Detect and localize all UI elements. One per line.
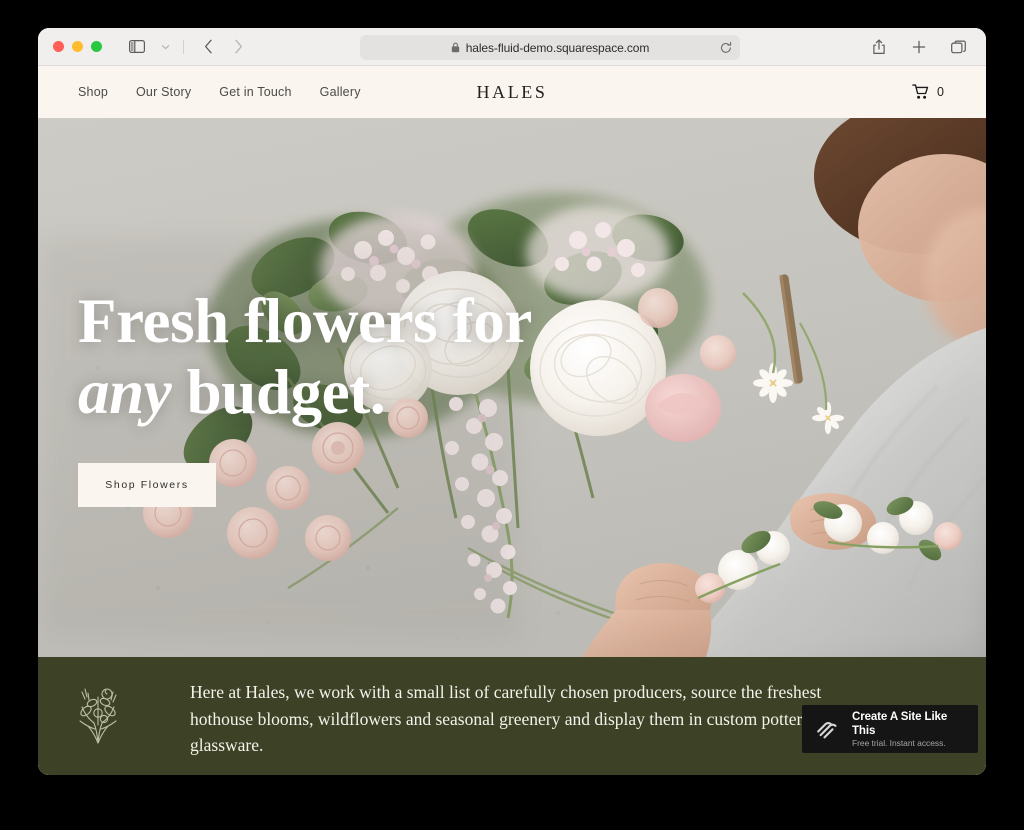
hero-heading-italic: any [78, 356, 172, 427]
close-window-button[interactable] [53, 41, 64, 52]
site-logo[interactable]: HALES [38, 82, 986, 103]
hero-section: Fresh flowers for any budget. Shop Flowe… [38, 118, 986, 657]
squarespace-promo-badge[interactable]: Create A Site Like This Free trial. Inst… [802, 705, 978, 753]
address-bar[interactable]: hales-fluid-demo.squarespace.com [360, 35, 740, 60]
shop-flowers-button[interactable]: Shop Flowers [78, 463, 216, 508]
hero-heading: Fresh flowers for any budget. [78, 286, 532, 427]
badge-text-group: Create A Site Like This Free trial. Inst… [852, 710, 966, 749]
plus-icon[interactable] [906, 35, 932, 59]
browser-window: hales-fluid-demo.squarespace.com Shop Ou… [38, 28, 986, 775]
navigation-controls [195, 35, 251, 59]
toolbar-right-actions [866, 28, 972, 66]
share-icon[interactable] [866, 35, 892, 59]
browser-toolbar: hales-fluid-demo.squarespace.com [38, 28, 986, 66]
window-traffic-lights [53, 41, 102, 52]
badge-subtitle: Free trial. Instant access. [852, 738, 946, 749]
bouquet-illustration-icon [38, 679, 158, 745]
url-text: hales-fluid-demo.squarespace.com [465, 40, 650, 55]
chevron-right-icon[interactable] [225, 35, 251, 59]
sidebar-icon[interactable] [124, 35, 150, 59]
cart-button[interactable]: 0 [912, 84, 944, 100]
lock-icon [451, 42, 460, 53]
cart-count: 0 [937, 85, 944, 99]
hero-heading-line1: Fresh flowers for [78, 286, 532, 356]
site-header: Shop Our Story Get in Touch Gallery HALE… [38, 66, 986, 118]
chevron-left-icon[interactable] [195, 35, 221, 59]
maximize-window-button[interactable] [91, 41, 102, 52]
intro-paragraph: Here at Hales, we work with a small list… [190, 682, 841, 756]
squarespace-logo-icon [814, 716, 841, 743]
tab-overview-icon[interactable] [946, 35, 972, 59]
shopping-cart-icon [912, 84, 930, 100]
sidebar-controls [124, 35, 187, 59]
web-page-content: Shop Our Story Get in Touch Gallery HALE… [38, 66, 986, 775]
hero-heading-rest: budget. [171, 356, 386, 427]
chevron-down-icon[interactable] [152, 35, 178, 59]
toolbar-divider [183, 39, 184, 54]
hero-copy: Fresh flowers for any budget. Shop Flowe… [78, 286, 532, 508]
badge-title: Create A Site Like This [852, 710, 948, 737]
reload-icon[interactable] [720, 41, 732, 54]
minimize-window-button[interactable] [72, 41, 83, 52]
